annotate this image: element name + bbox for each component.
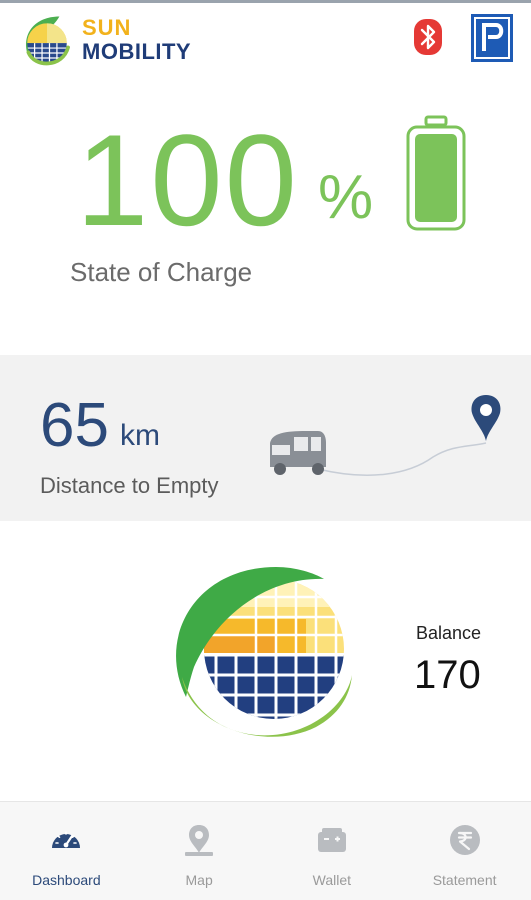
destination-pin-icon <box>471 395 501 441</box>
distance-unit: km <box>120 419 160 452</box>
speedometer-icon <box>52 831 81 848</box>
battery-fill <box>415 134 457 222</box>
auto-rickshaw-icon <box>270 431 326 475</box>
distance-value: 65 <box>40 391 109 460</box>
balance-label: Balance <box>416 623 482 643</box>
brand-name-line1: SUN <box>82 15 132 40</box>
sun-mobility-logo-icon <box>26 16 70 66</box>
nav-wallet-label: Wallet <box>312 872 352 888</box>
balance-section: Balance 170 <box>0 521 531 801</box>
nav-wallet[interactable]: Wallet <box>266 802 399 900</box>
charge-percent-unit: % <box>318 163 374 232</box>
route-illustration <box>270 395 501 476</box>
battery-icon <box>406 115 466 231</box>
nav-statement-label: Statement <box>432 872 497 888</box>
app-header: SUN MOBILITY <box>0 3 531 83</box>
map-pin-icon <box>185 825 214 856</box>
piaggio-icon[interactable] <box>470 13 514 63</box>
bottom-navigation: Dashboard Map Wallet Statement <box>0 801 531 900</box>
wallet-icon <box>317 828 346 852</box>
brand-name-line2: MOBILITY <box>82 39 192 64</box>
nav-dashboard[interactable]: Dashboard <box>0 802 133 900</box>
nav-statement[interactable]: Statement <box>398 802 531 900</box>
nav-map-label: Map <box>185 872 213 888</box>
brand-logo: SUN MOBILITY <box>16 9 191 71</box>
bluetooth-icon[interactable] <box>412 17 444 57</box>
charge-label: State of Charge <box>70 257 253 287</box>
nav-map[interactable]: Map <box>133 802 266 900</box>
balance-value: 170 <box>414 653 481 697</box>
charge-percent-value: 100 <box>76 107 299 253</box>
distance-panel: 65 km Distance to Empty <box>0 355 531 521</box>
rupee-icon <box>449 825 480 855</box>
distance-label: Distance to Empty <box>40 473 219 498</box>
sun-mobility-emblem-icon <box>176 567 352 737</box>
nav-dashboard-label: Dashboard <box>32 872 101 888</box>
state-of-charge-section: 100 % State of Charge <box>0 95 531 345</box>
